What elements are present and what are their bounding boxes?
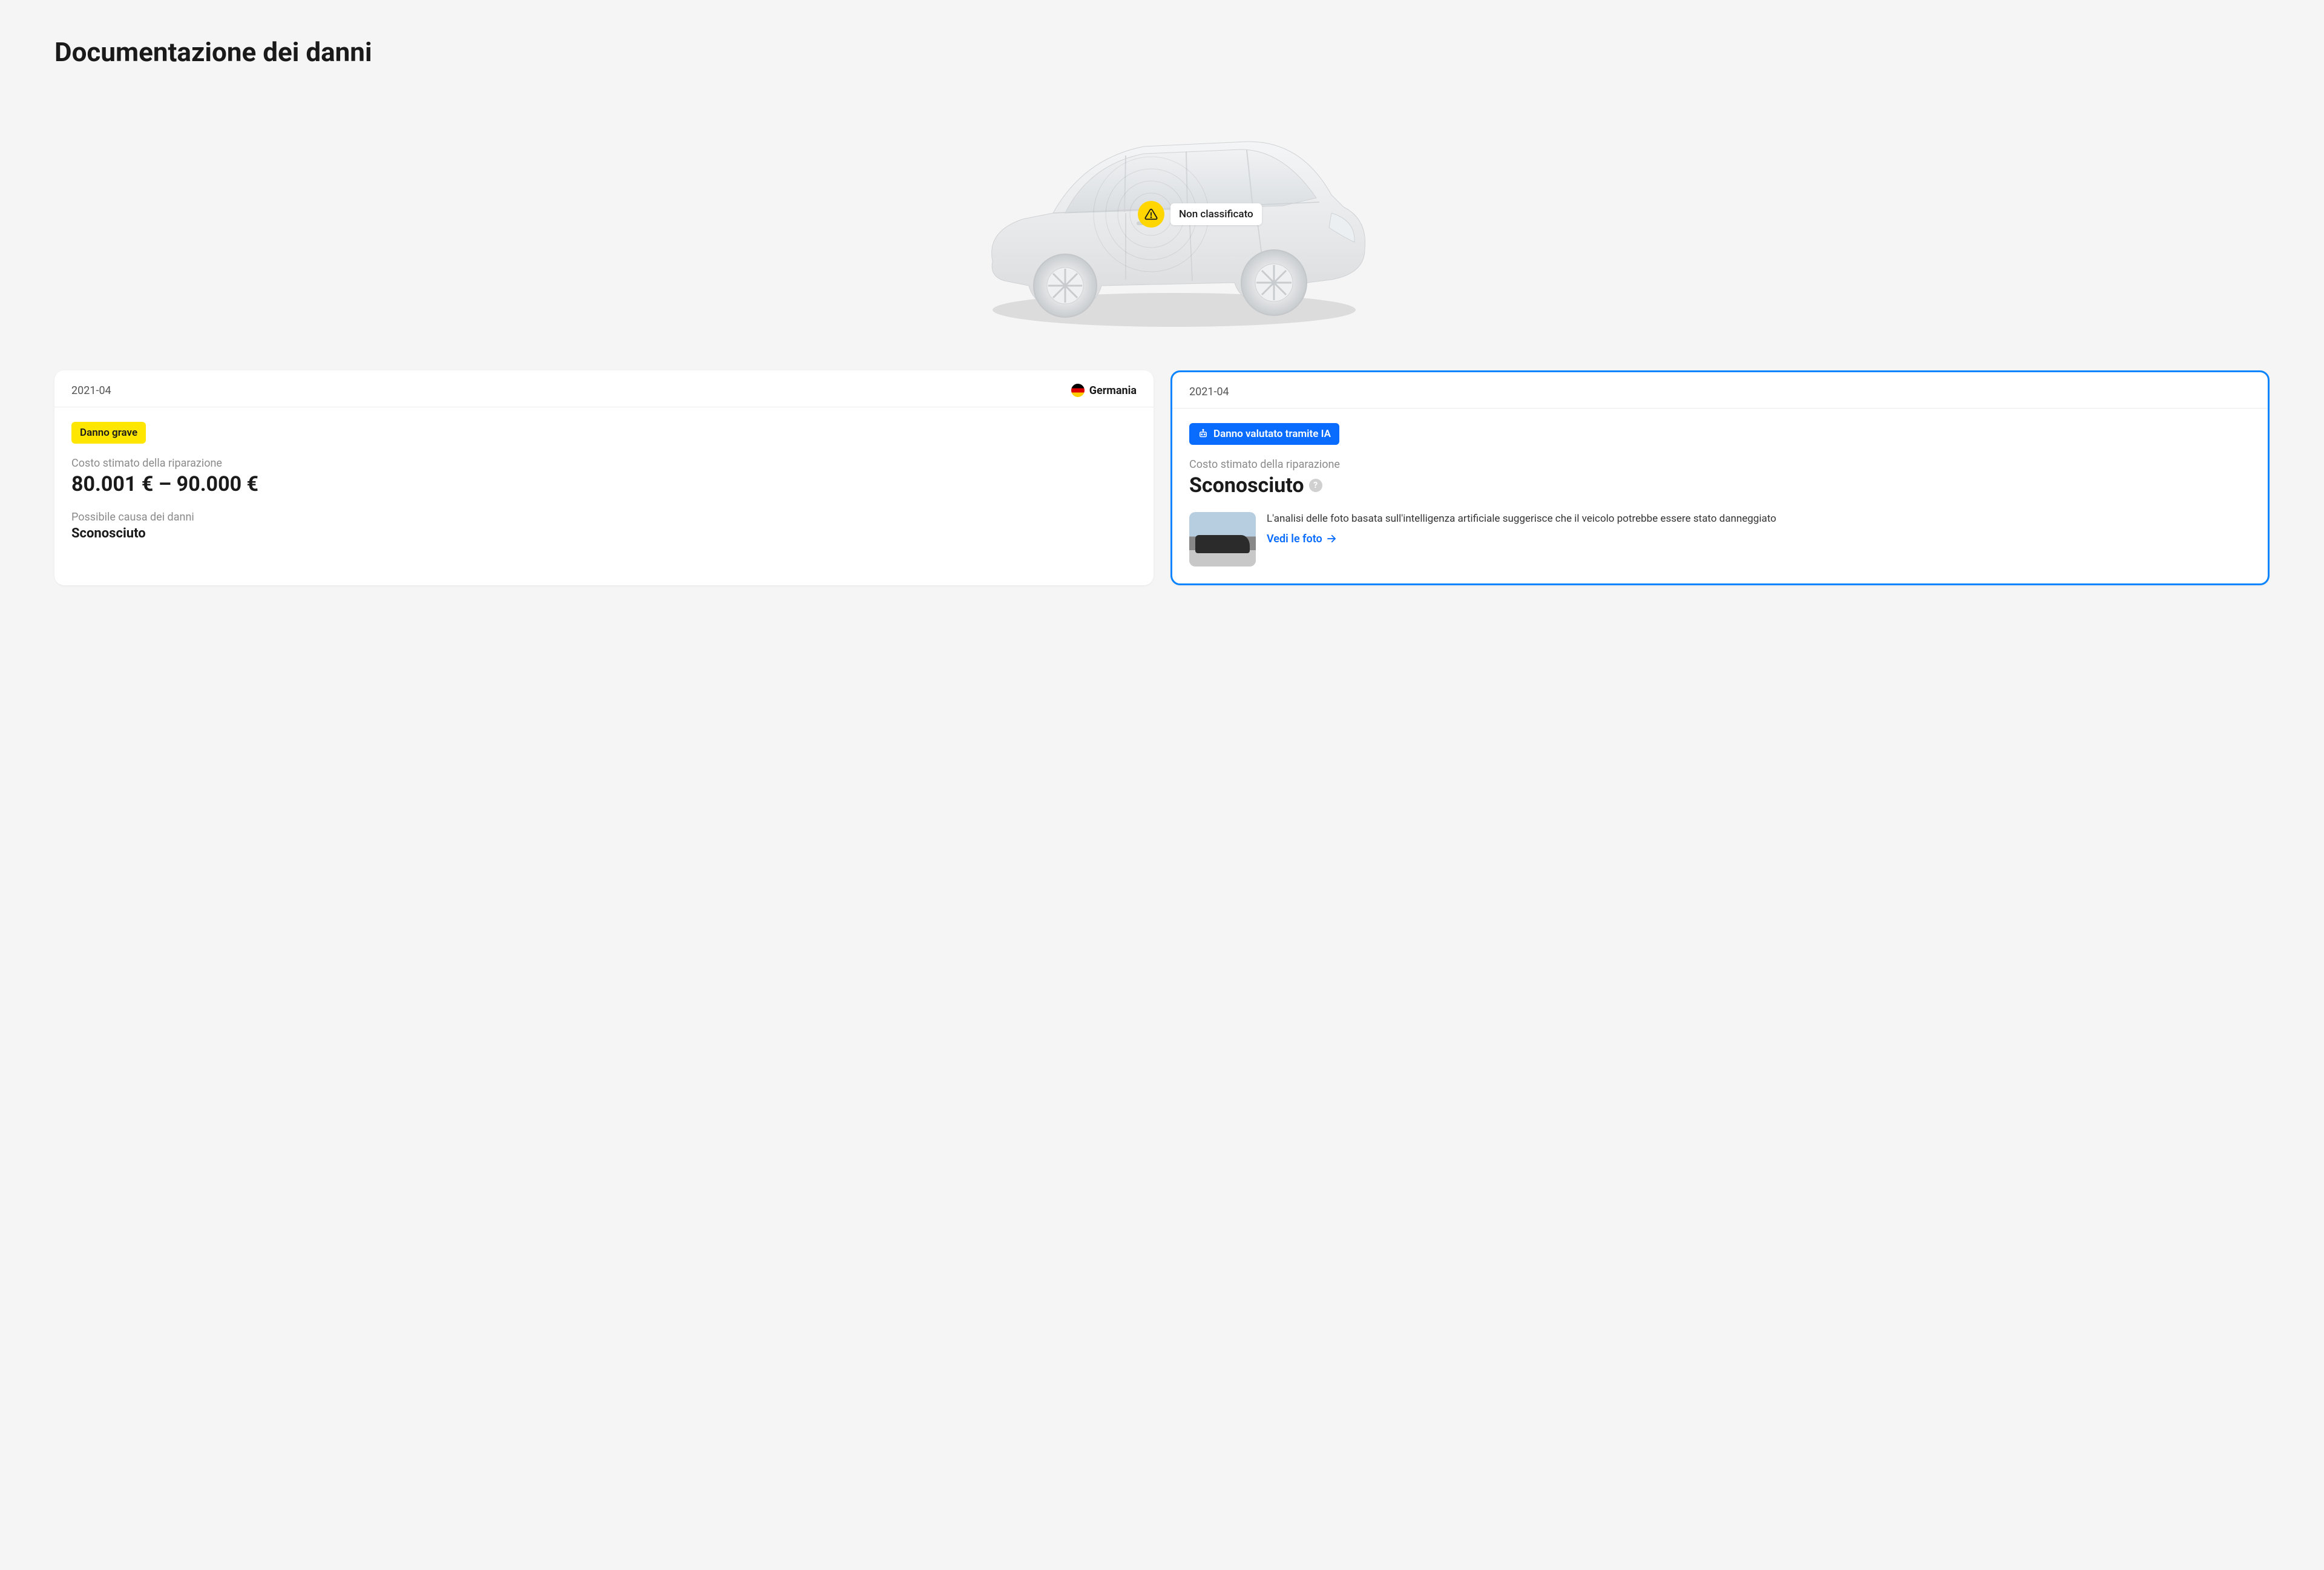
car-illustration-wrap: Non classificato xyxy=(54,92,2270,340)
damage-marker-label: Non classificato xyxy=(1170,203,1262,225)
card-body: Danno valutato tramite IA Costo stimato … xyxy=(1172,409,2268,583)
page-title: Documentazione dei danni xyxy=(54,36,2270,68)
card-header: 2021-04 xyxy=(1172,372,2268,409)
card-date: 2021-04 xyxy=(71,384,111,397)
ai-analysis-block: L'analisi delle foto basata sull'intelli… xyxy=(1189,512,2251,567)
damage-card-2[interactable]: 2021-04 Danno valutato tramite IA Costo … xyxy=(1170,370,2270,585)
cards-row: 2021-04 Germania Danno grave Costo stima… xyxy=(54,370,2270,585)
cause-value: Sconosciuto xyxy=(71,526,1137,541)
robot-icon xyxy=(1198,429,1209,439)
flag-germany-icon xyxy=(1071,384,1085,397)
cost-value-text: Sconosciuto xyxy=(1189,473,1304,498)
arrow-right-icon xyxy=(1326,533,1337,544)
photo-thumbnail[interactable] xyxy=(1189,512,1256,567)
help-icon[interactable]: ? xyxy=(1309,479,1322,492)
card-body: Danno grave Costo stimato della riparazi… xyxy=(54,407,1154,558)
cost-label: Costo stimato della riparazione xyxy=(71,457,1137,470)
card-date: 2021-04 xyxy=(1189,386,1229,398)
card-country: Germania xyxy=(1071,384,1137,397)
ai-badge: Danno valutato tramite IA xyxy=(1189,423,1339,445)
damage-marker[interactable]: Non classificato xyxy=(1138,201,1262,228)
card-country-label: Germania xyxy=(1089,384,1137,397)
warning-icon xyxy=(1138,201,1164,228)
cost-label: Costo stimato della riparazione xyxy=(1189,458,2251,471)
cost-value: 80.001 € – 90.000 € xyxy=(71,472,1137,496)
view-photos-link[interactable]: Vedi le foto xyxy=(1267,533,1337,545)
card-header: 2021-04 Germania xyxy=(54,370,1154,407)
damage-card-1[interactable]: 2021-04 Germania Danno grave Costo stima… xyxy=(54,370,1154,585)
cause-label: Possibile causa dei danni xyxy=(71,511,1137,524)
severity-badge: Danno grave xyxy=(71,422,146,444)
view-photos-link-label: Vedi le foto xyxy=(1267,533,1322,545)
ai-analysis-text: L'analisi delle foto basata sull'intelli… xyxy=(1267,512,1776,527)
car-illustration: Non classificato xyxy=(944,92,1380,340)
ai-badge-label: Danno valutato tramite IA xyxy=(1213,428,1331,440)
cost-value: Sconosciuto ? xyxy=(1189,473,2251,498)
